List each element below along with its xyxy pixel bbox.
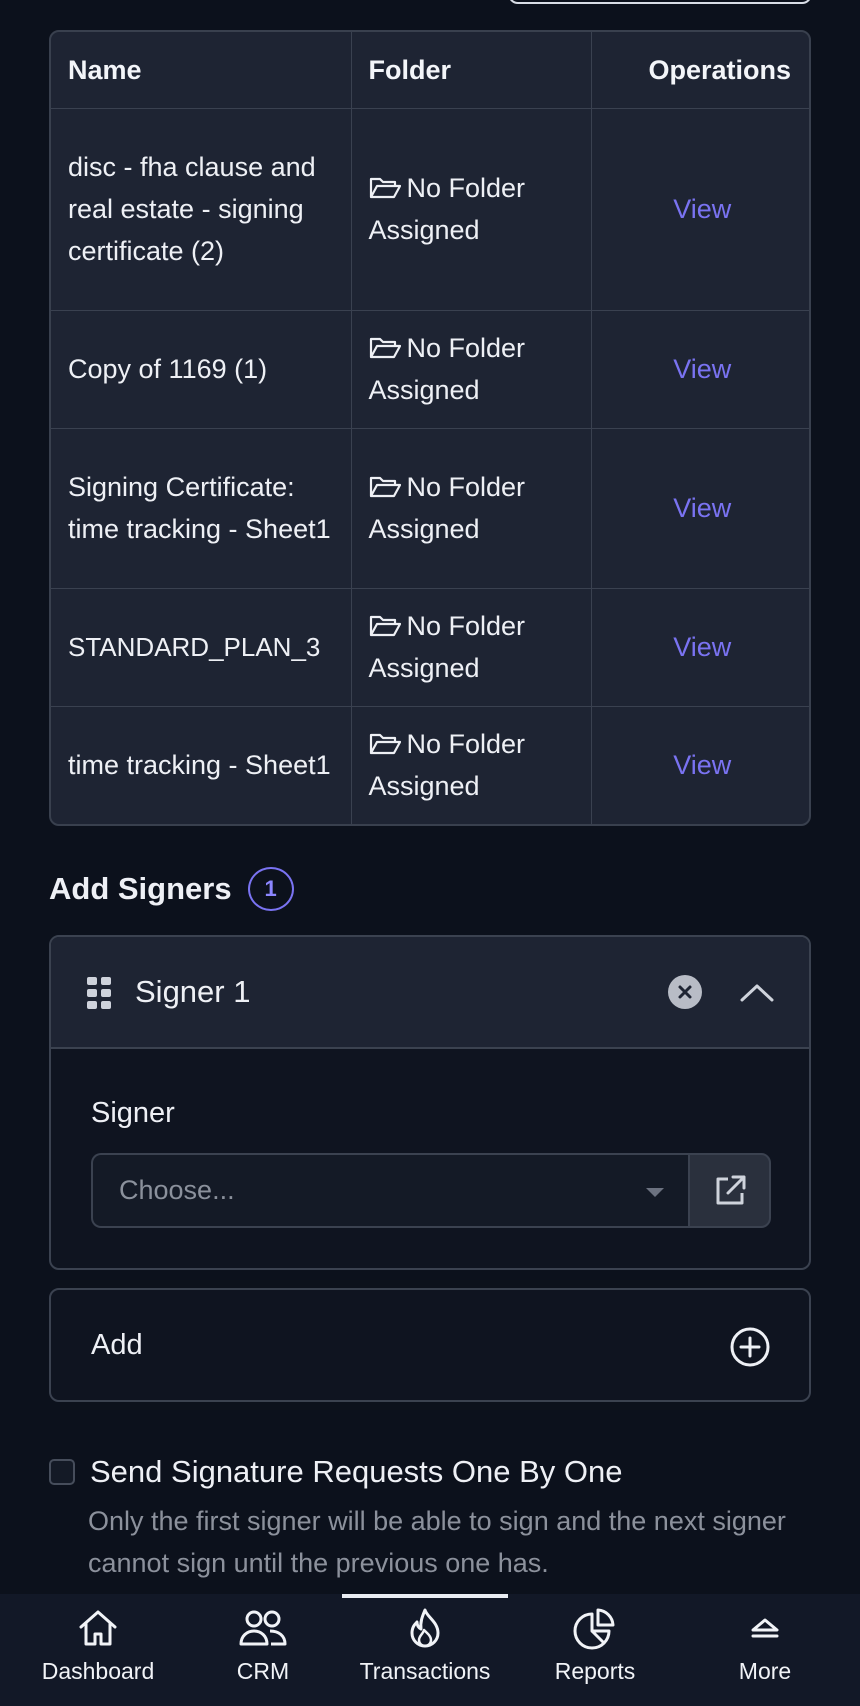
home-icon bbox=[79, 1610, 117, 1646]
signer-select-group: Choose... bbox=[91, 1153, 771, 1228]
table-row: Copy of 1169 (1) No Folder Assigned View bbox=[51, 309, 809, 429]
column-header-operations: Operations bbox=[590, 32, 809, 109]
folder-open-icon bbox=[369, 476, 401, 498]
nav-item-crm[interactable]: CRM bbox=[196, 1594, 330, 1706]
document-folder: No Folder Assigned bbox=[350, 705, 592, 824]
signer-select[interactable]: Choose... bbox=[91, 1153, 688, 1228]
plus-circle-icon bbox=[730, 1327, 770, 1367]
column-header-name: Name bbox=[51, 32, 352, 109]
add-signer-button[interactable]: Add bbox=[49, 1288, 811, 1402]
document-folder: No Folder Assigned bbox=[350, 108, 592, 311]
one-by-one-checkbox[interactable] bbox=[49, 1459, 75, 1485]
nav-label-reports: Reports bbox=[554, 1658, 636, 1684]
nav-label-transactions: Transactions bbox=[359, 1658, 491, 1684]
chevron-up-icon[interactable] bbox=[737, 973, 777, 1013]
view-link[interactable]: View bbox=[673, 493, 731, 523]
nav-label-more: More bbox=[738, 1658, 792, 1684]
add-signers-title: Add Signers bbox=[49, 871, 232, 906]
signer-card-header[interactable]: Signer 1 bbox=[51, 937, 809, 1049]
external-link-icon bbox=[716, 1175, 745, 1204]
add-signers-heading: Add Signers 1 bbox=[49, 866, 294, 912]
document-name: Signing Certificate: time tracking - She… bbox=[51, 427, 352, 589]
page: Name Folder Operations disc - fha clause… bbox=[0, 0, 860, 1706]
open-external-button[interactable] bbox=[688, 1153, 771, 1228]
folder-open-icon bbox=[369, 615, 401, 637]
column-header-folder: Folder bbox=[350, 32, 592, 109]
nav-label-dashboard: Dashboard bbox=[41, 1658, 155, 1684]
view-link[interactable]: View bbox=[673, 194, 731, 224]
operations-cell: View bbox=[590, 108, 809, 311]
folder-open-icon bbox=[369, 734, 401, 755]
document-folder: No Folder Assigned bbox=[350, 309, 592, 429]
operations-cell: View bbox=[590, 587, 809, 707]
nav-item-dashboard[interactable]: Dashboard bbox=[0, 1594, 196, 1706]
nav-item-reports[interactable]: Reports bbox=[520, 1594, 670, 1706]
signer-field-label: Signer bbox=[91, 1097, 175, 1129]
view-link[interactable]: View bbox=[673, 354, 731, 384]
chevron-up-icon bbox=[751, 1618, 779, 1638]
document-name: time tracking - Sheet1 bbox=[51, 705, 352, 824]
operations-cell: View bbox=[590, 309, 809, 429]
signer-title: Signer 1 bbox=[135, 974, 251, 1009]
folder-open-icon bbox=[369, 177, 401, 199]
users-icon bbox=[239, 1610, 287, 1646]
view-link[interactable]: View bbox=[673, 632, 731, 662]
one-by-one-help: Only the first signer will be able to si… bbox=[88, 1506, 786, 1578]
view-link[interactable]: View bbox=[673, 750, 731, 780]
signer-select-placeholder: Choose... bbox=[119, 1175, 235, 1205]
nav-item-transactions[interactable]: Transactions bbox=[330, 1594, 520, 1706]
table-row: time tracking - Sheet1 No Folder Assigne… bbox=[51, 705, 809, 824]
remove-signer-button[interactable] bbox=[668, 975, 702, 1009]
close-icon bbox=[678, 985, 692, 999]
one-by-one-label[interactable]: Send Signature Requests One By One bbox=[90, 1454, 623, 1490]
flame-icon bbox=[410, 1608, 440, 1648]
table-row: disc - fha clause and real estate - sign… bbox=[51, 108, 809, 311]
document-name: Copy of 1169 (1) bbox=[51, 309, 352, 429]
bottom-navigation: Dashboard CRM Transactions Reports More bbox=[0, 1594, 860, 1706]
document-name: STANDARD_PLAN_3 bbox=[51, 587, 352, 707]
signer-card: Signer 1 Signer Choose... bbox=[49, 935, 811, 1270]
signer-card-body: Signer Choose... bbox=[51, 1049, 809, 1228]
document-folder: No Folder Assigned bbox=[350, 587, 592, 707]
document-folder: No Folder Assigned bbox=[350, 427, 592, 589]
table-row: Signing Certificate: time tracking - She… bbox=[51, 427, 809, 589]
document-name: disc - fha clause and real estate - sign… bbox=[51, 108, 352, 311]
operations-cell: View bbox=[590, 705, 809, 824]
signer-count-badge: 1 bbox=[247, 867, 294, 911]
table-header-row: Name Folder Operations bbox=[51, 32, 809, 109]
nav-label-crm: CRM bbox=[236, 1658, 290, 1684]
nav-item-more[interactable]: More bbox=[670, 1594, 860, 1706]
top-partial-button[interactable] bbox=[508, 0, 812, 4]
caret-down-icon bbox=[646, 1188, 664, 1197]
pie-chart-icon bbox=[573, 1608, 615, 1650]
folder-open-icon bbox=[369, 337, 401, 359]
table-row: STANDARD_PLAN_3 No Folder Assigned View bbox=[51, 587, 809, 707]
drag-handle-icon[interactable] bbox=[87, 977, 111, 1009]
add-signer-label: Add bbox=[91, 1328, 143, 1361]
documents-table: Name Folder Operations disc - fha clause… bbox=[49, 30, 811, 826]
operations-cell: View bbox=[590, 427, 809, 589]
